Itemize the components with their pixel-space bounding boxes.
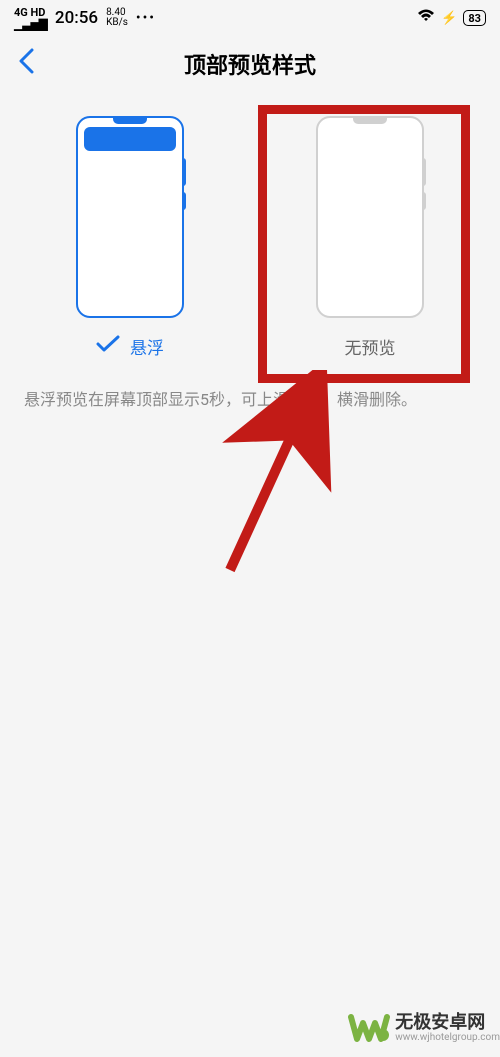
watermark: 无极安卓网 www.wjhotelgroup.com xyxy=(345,1005,500,1057)
signal-indicator: 4G HD ▁▃▅▇ xyxy=(14,7,47,30)
page-title: 顶部预览样式 xyxy=(184,48,316,80)
signal-bars-icon: ▁▃▅▇ xyxy=(14,18,47,30)
more-indicator-icon: ••• xyxy=(136,10,156,26)
charging-icon: ⚡ xyxy=(441,11,457,26)
phone-button-icon xyxy=(422,158,426,186)
option-label-floating: 悬浮 xyxy=(96,334,164,359)
option-label-none: 无预览 xyxy=(345,334,396,359)
navigation-bar: 顶部预览样式 xyxy=(0,36,500,92)
option-no-preview[interactable]: 无预览 xyxy=(316,116,424,359)
no-preview-graphic xyxy=(316,116,424,318)
phone-notch-icon xyxy=(353,118,387,124)
phone-notch-icon xyxy=(113,118,147,124)
watermark-logo-icon xyxy=(345,1005,391,1051)
status-bar: 4G HD ▁▃▅▇ 20:56 8.40 KB/s ••• ⚡ 83 xyxy=(0,0,500,36)
floating-preview-graphic xyxy=(76,116,184,318)
battery-indicator: 83 xyxy=(463,10,486,26)
status-right: ⚡ 83 xyxy=(417,9,486,27)
watermark-text: 无极安卓网 www.wjhotelgroup.com xyxy=(395,1013,500,1044)
phone-button-icon xyxy=(182,192,186,210)
phone-button-icon xyxy=(422,192,426,210)
check-icon xyxy=(96,334,120,359)
notification-banner-icon xyxy=(84,127,176,151)
network-speed: 8.40 KB/s xyxy=(106,8,128,28)
preview-options: 悬浮 无预览 xyxy=(0,92,500,369)
description-text: 悬浮预览在屏幕顶部显示5秒，可上滑收起、横滑删除。 xyxy=(0,369,500,431)
watermark-url: www.wjhotelgroup.com xyxy=(395,1032,500,1043)
watermark-name: 无极安卓网 xyxy=(395,1013,500,1033)
phone-button-icon xyxy=(182,158,186,186)
back-button[interactable] xyxy=(18,47,34,82)
status-left: 4G HD ▁▃▅▇ 20:56 8.40 KB/s ••• xyxy=(14,7,156,30)
option-floating[interactable]: 悬浮 xyxy=(76,116,184,359)
wifi-icon xyxy=(417,9,435,27)
clock: 20:56 xyxy=(55,8,98,28)
